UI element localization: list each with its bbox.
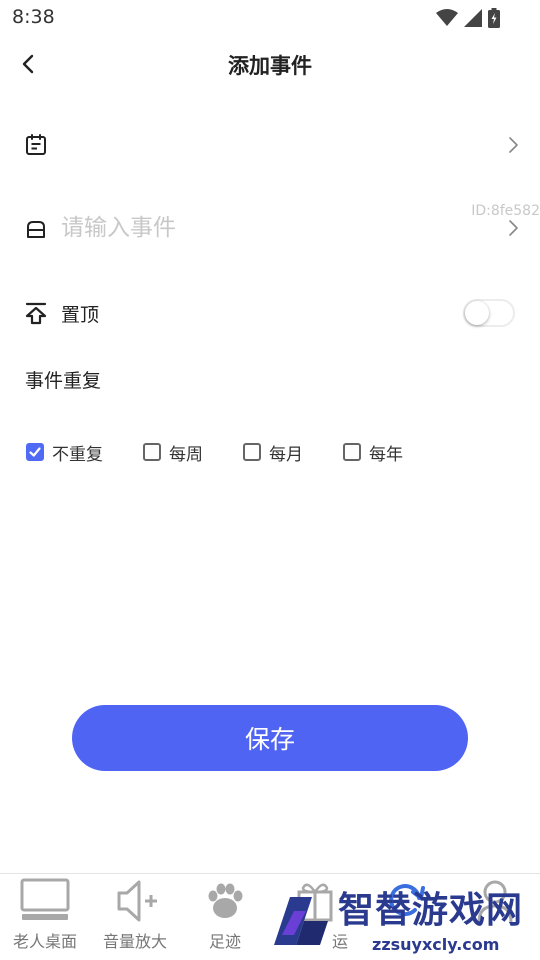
screen: 8:38 添加事件 请输入事件 ID:8fe582 置顶 事件重复 不重复 每周… — [0, 0, 540, 960]
event-input[interactable] — [61, 210, 441, 246]
page-title: 添加事件 — [228, 54, 312, 78]
speaker-plus-icon — [117, 880, 157, 922]
briefcase-icon — [27, 221, 45, 238]
repeat-option-monthly[interactable]: 每月 — [243, 439, 303, 465]
battery-icon — [488, 8, 500, 28]
checkbox[interactable] — [143, 443, 161, 461]
pin-top-icon — [25, 302, 47, 325]
paw-icon — [208, 883, 243, 918]
checkbox[interactable] — [343, 443, 361, 461]
header: 添加事件 — [0, 40, 540, 90]
checkbox-checked[interactable] — [26, 443, 44, 461]
option-label: 不重复 — [52, 444, 103, 465]
repeat-option-none[interactable]: 不重复 — [26, 439, 103, 465]
monitor-icon — [20, 878, 70, 920]
status-time: 8:38 — [12, 6, 55, 28]
repeat-option-weekly[interactable]: 每周 — [143, 439, 203, 465]
watermark-title: 智替游戏网 — [338, 890, 524, 931]
repeat-label: 事件重复 — [25, 370, 102, 392]
watermark-logo: 智替游戏网 zzsuyxcly.com — [260, 875, 540, 960]
option-label: 每月 — [269, 444, 303, 465]
pin-label: 置顶 — [61, 304, 100, 326]
chevron-right-icon — [509, 220, 518, 236]
signal-icon — [464, 9, 482, 27]
calendar-icon — [26, 134, 46, 155]
toggle-knob — [465, 301, 489, 325]
checkbox[interactable] — [243, 443, 261, 461]
watermark-emblem-icon — [274, 897, 328, 945]
wifi-icon — [436, 9, 458, 26]
pin-toggle[interactable] — [463, 299, 515, 327]
nav-label: 足迹 — [208, 932, 241, 951]
option-label: 每年 — [369, 444, 403, 465]
chevron-right-icon — [509, 137, 518, 153]
option-label: 每周 — [169, 444, 203, 465]
status-icons — [436, 8, 500, 28]
nav-item-senior-desktop[interactable]: 老人桌面 — [0, 876, 90, 952]
status-bar: 8:38 — [0, 0, 540, 36]
pin-row: 置顶 — [0, 283, 540, 343]
save-button[interactable]: 保存 — [72, 705, 468, 771]
nav-label: 音量放大 — [102, 932, 167, 951]
nav-item-volume-boost[interactable]: 音量放大 — [90, 876, 180, 952]
watermark-url: zzsuyxcly.com — [372, 935, 500, 954]
repeat-options: 不重复 每周 每月 每年 — [26, 439, 443, 465]
event-row: ID:8fe582 — [0, 198, 540, 258]
checkmark-icon — [29, 447, 41, 457]
id-label: ID:8fe582 — [471, 203, 540, 219]
nav-item-footprint[interactable]: 足迹 — [180, 876, 270, 952]
repeat-option-yearly[interactable]: 每年 — [343, 439, 403, 465]
date-row[interactable] — [0, 115, 540, 175]
nav-label: 老人桌面 — [12, 932, 77, 951]
